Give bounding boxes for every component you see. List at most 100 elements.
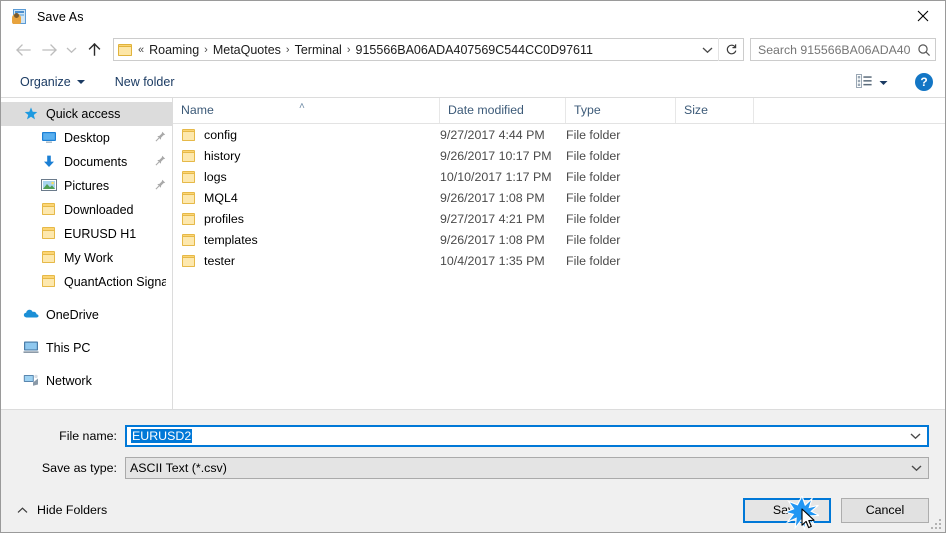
folder-icon (181, 233, 196, 247)
view-mode-button[interactable] (851, 71, 893, 94)
new-folder-button[interactable]: New folder (110, 72, 180, 92)
sidebar-item-label: Desktop (64, 131, 110, 145)
column-header-type[interactable]: Type (566, 98, 676, 123)
filename-input[interactable]: EURUSD2 (127, 428, 903, 443)
help-button[interactable]: ? (915, 73, 933, 91)
file-name-cell: templates (173, 233, 440, 247)
back-arrow-icon[interactable] (10, 37, 36, 63)
table-row[interactable]: profiles 9/27/2017 4:21 PM File folder (173, 208, 945, 229)
file-type-cell: File folder (566, 169, 621, 184)
table-row[interactable]: tester 10/4/2017 1:35 PM File folder (173, 250, 945, 271)
file-date-cell: 9/26/2017 10:17 PM (440, 148, 552, 163)
sidebar-item-this-pc[interactable]: This PC (1, 336, 172, 360)
column-header-name[interactable]: Name ˄ (173, 98, 440, 123)
file-name-cell: history (173, 149, 440, 163)
up-arrow-icon[interactable] (81, 37, 107, 63)
file-name-label: templates (204, 232, 258, 247)
table-row[interactable]: MQL4 9/26/2017 1:08 PM File folder (173, 187, 945, 208)
pictures-icon (41, 178, 57, 194)
sidebar-item-onedrive[interactable]: OneDrive (1, 303, 172, 327)
navigation-bar: « Roaming › MetaQuotes › Terminal › 9155… (1, 32, 945, 67)
dialog-body: Quick access Desktop Documents Pictures … (1, 97, 945, 409)
folder-icon (41, 274, 57, 290)
breadcrumb-overflow[interactable]: « (137, 44, 145, 56)
view-mode-caret-icon (879, 75, 888, 89)
breadcrumb-item-roaming[interactable]: Roaming (145, 43, 203, 57)
file-type-cell: File folder (566, 211, 621, 226)
address-bar[interactable]: « Roaming › MetaQuotes › Terminal › 9155… (113, 38, 744, 61)
sidebar-item-my-work[interactable]: My Work (1, 246, 172, 270)
file-date-cell: 10/10/2017 1:17 PM (440, 169, 552, 184)
table-row[interactable]: config 9/27/2017 4:44 PM File folder (173, 124, 945, 145)
sidebar-item-quantaction-signal[interactable]: QuantAction Signal (1, 270, 172, 294)
sidebar-item-label: Documents (64, 155, 128, 169)
folder-icon (41, 202, 57, 218)
refresh-icon[interactable] (718, 38, 743, 61)
column-header-size[interactable]: Size (676, 98, 754, 123)
file-date-cell: 9/27/2017 4:44 PM (440, 127, 545, 142)
file-name-label: history (204, 148, 241, 163)
pin-icon[interactable] (155, 179, 166, 193)
file-rows: config 9/27/2017 4:44 PM File folder his… (173, 124, 945, 409)
sidebar-item-pictures[interactable]: Pictures (1, 174, 172, 198)
sidebar-item-documents[interactable]: Documents (1, 150, 172, 174)
sidebar-item-eurusd-h1[interactable]: EURUSD H1 (1, 222, 172, 246)
savetype-combobox[interactable]: ASCII Text (*.csv) (125, 456, 929, 479)
column-headers: Name ˄ Date modified Type Size (173, 98, 945, 124)
sidebar-item-downloaded[interactable]: Downloaded (1, 198, 172, 222)
file-type-cell: File folder (566, 232, 621, 247)
file-date-cell: 9/27/2017 4:21 PM (440, 211, 545, 226)
file-list-pane: Name ˄ Date modified Type Size config 9/… (173, 98, 945, 409)
footer-buttons: Save Cancel (743, 495, 929, 530)
sidebar-divider (1, 294, 172, 303)
filename-row: File name: EURUSD2 (1, 424, 945, 447)
table-row[interactable]: history 9/26/2017 10:17 PM File folder (173, 145, 945, 166)
forward-arrow-icon[interactable] (36, 37, 62, 63)
sidebar-item-network[interactable]: Network (1, 369, 172, 393)
sidebar-item-label: My Work (64, 251, 114, 265)
file-type-cell: File folder (566, 253, 621, 268)
search-box[interactable] (750, 38, 936, 61)
sidebar-item-label: Quick access (46, 107, 121, 121)
chevron-down-icon[interactable] (903, 432, 927, 440)
sidebar-item-label: QuantAction Signal (64, 275, 166, 289)
pin-icon[interactable] (155, 131, 166, 145)
file-name-label: config (204, 127, 238, 142)
save-form: File name: EURUSD2 Save as type: ASCII T… (1, 409, 945, 488)
cancel-button[interactable]: Cancel (841, 497, 929, 523)
recent-locations-chevron-icon[interactable] (62, 37, 81, 63)
save-as-icon (12, 8, 28, 25)
folder-icon (181, 191, 196, 205)
window-title: Save As (37, 9, 84, 24)
folder-icon (181, 149, 196, 163)
table-row[interactable]: templates 9/26/2017 1:08 PM File folder (173, 229, 945, 250)
column-header-date-modified[interactable]: Date modified (440, 98, 566, 123)
savetype-value: ASCII Text (*.csv) (130, 460, 227, 475)
hide-folders-button[interactable]: Hide Folders (11, 503, 107, 517)
this-pc-icon (23, 340, 39, 356)
breadcrumb-item-metaquotes[interactable]: MetaQuotes (209, 43, 285, 57)
column-header-filler (754, 98, 945, 123)
breadcrumb-item-terminal[interactable]: Terminal (291, 43, 346, 57)
breadcrumb-item-current[interactable]: 915566BA06ADA407569C544CC0D97611 (352, 43, 597, 57)
filename-combobox[interactable]: EURUSD2 (125, 424, 929, 447)
command-bar: Organize New folder ? (1, 67, 945, 97)
sidebar-item-label: OneDrive (46, 308, 99, 322)
new-folder-label: New folder (114, 75, 175, 89)
file-name-cell: MQL4 (173, 191, 440, 205)
table-row[interactable]: logs 10/10/2017 1:17 PM File folder (173, 166, 945, 187)
chevron-down-icon[interactable] (904, 464, 928, 472)
resize-grip[interactable] (929, 517, 941, 529)
save-button[interactable]: Save (743, 497, 831, 523)
search-input[interactable] (751, 42, 913, 57)
pin-icon[interactable] (155, 155, 166, 169)
close-button[interactable] (900, 1, 945, 31)
sidebar-item-quick-access[interactable]: Quick access (1, 102, 172, 126)
file-name-cell: logs (173, 170, 440, 184)
organize-button[interactable]: Organize (15, 72, 90, 92)
chevron-down-icon[interactable] (696, 39, 718, 60)
file-name-label: profiles (204, 211, 244, 226)
sidebar-item-desktop[interactable]: Desktop (1, 126, 172, 150)
folder-icon (181, 170, 196, 184)
file-type-cell: File folder (566, 127, 621, 142)
